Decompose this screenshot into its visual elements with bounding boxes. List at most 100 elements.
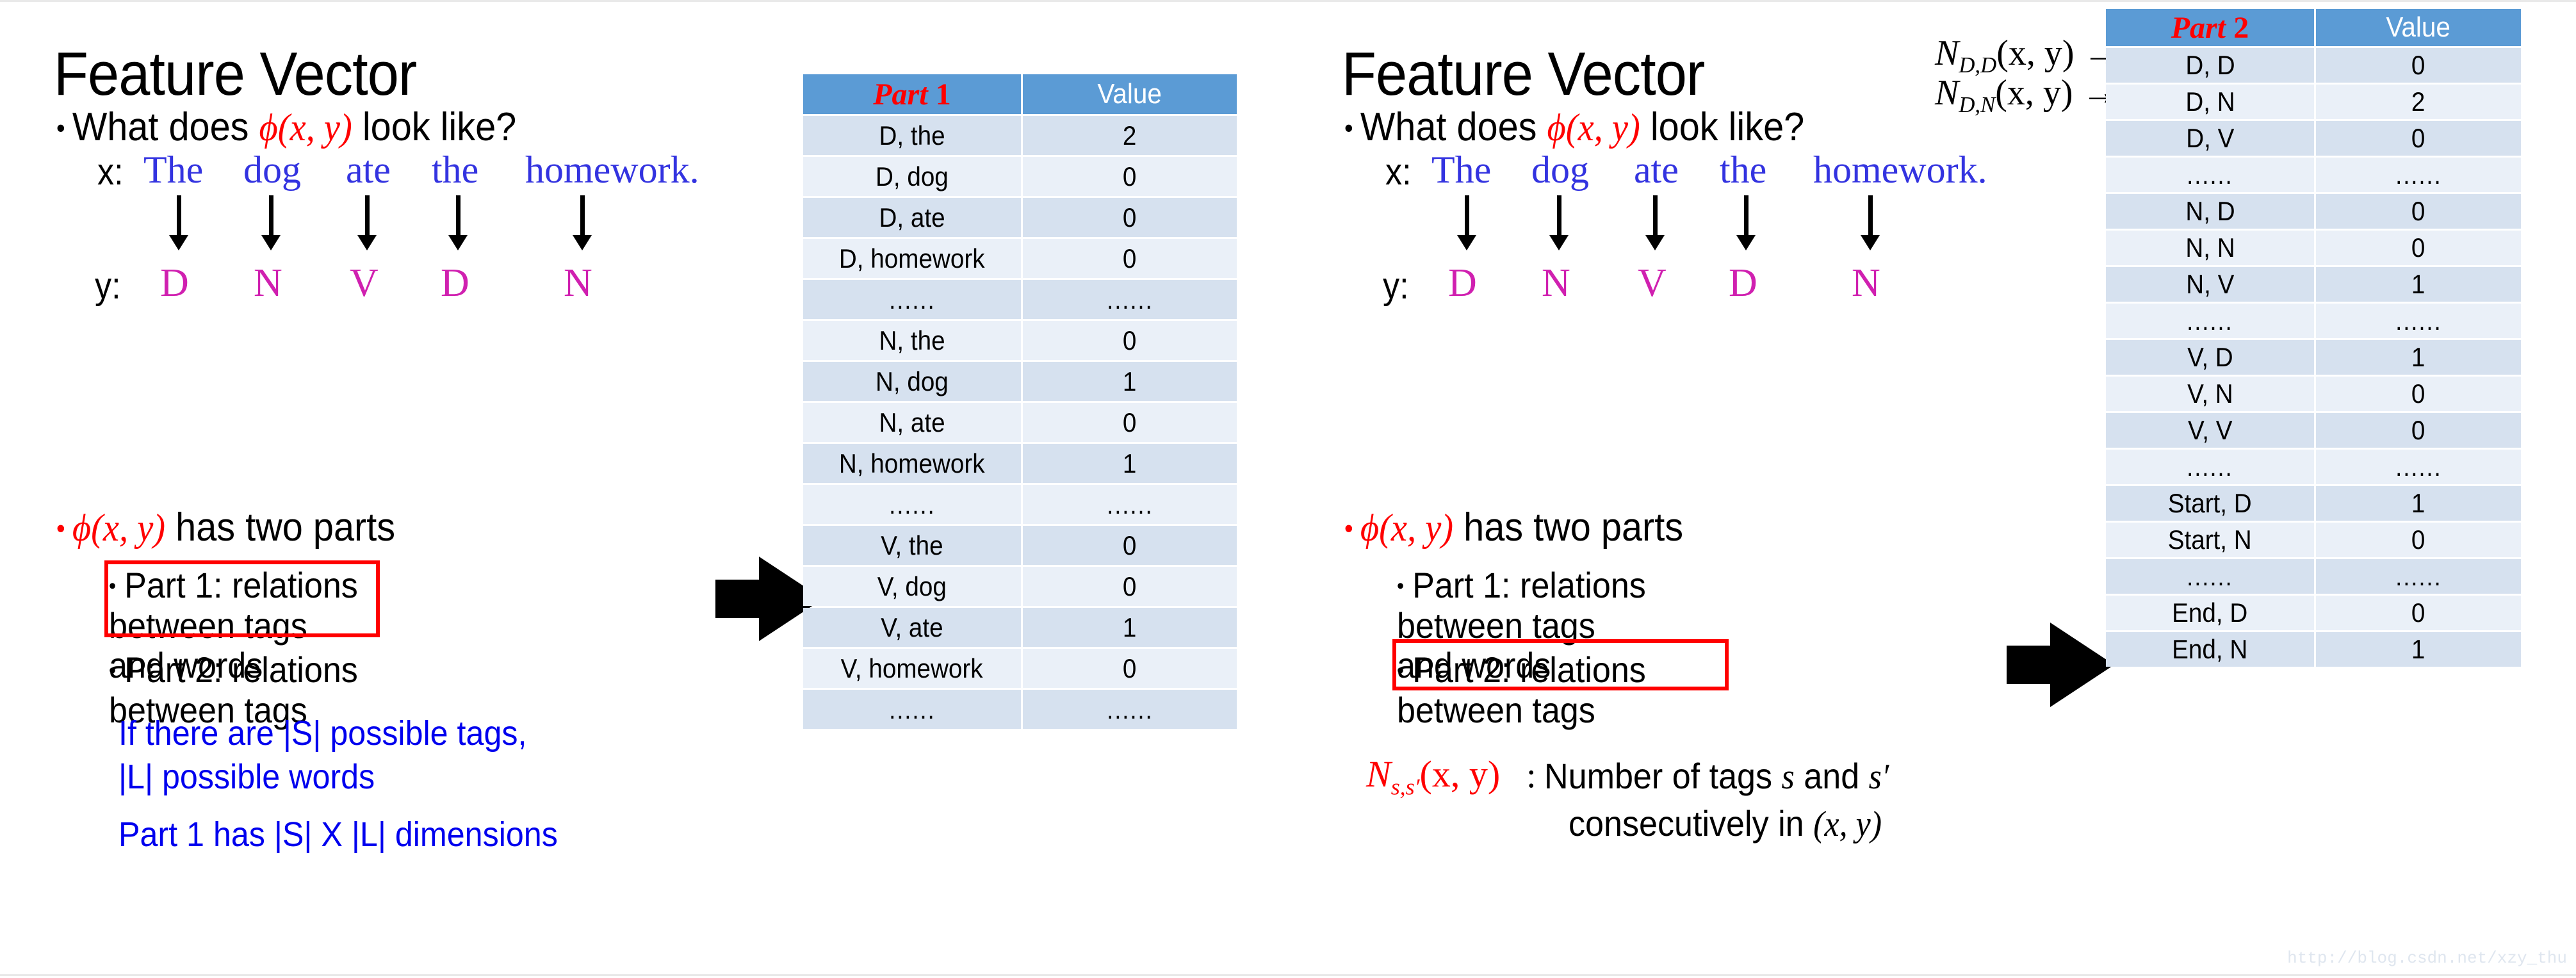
question-suffix: look like? xyxy=(362,105,517,149)
annotation-n-dd: ND,D(x, y) → xyxy=(1935,33,2119,78)
table-row: D, N2 xyxy=(2106,85,2521,119)
tag-0: D xyxy=(160,261,189,305)
table-cell-value: ...... xyxy=(1023,690,1237,729)
table-row: D, dog 0 xyxy=(803,157,1237,196)
table-row: V, homework 0 xyxy=(803,649,1237,688)
table-cell-value: 0 xyxy=(2316,121,2521,156)
table-cell-label: V, homework xyxy=(803,649,1021,688)
table-header-row: Part 1 Value xyxy=(803,74,1237,114)
table-row: N, D0 xyxy=(2106,194,2521,229)
table-row: V, D1 xyxy=(2106,340,2521,375)
table-cell-value: 0 xyxy=(2316,194,2521,229)
n-args: (x, y) xyxy=(1419,753,1501,795)
question-prefix: What does xyxy=(1360,105,1537,149)
x-label: x: xyxy=(97,151,124,193)
table-cell-label: N, N xyxy=(2106,231,2314,265)
table-cell-label: End, N xyxy=(2106,632,2314,667)
word-3: the xyxy=(1720,149,1767,191)
table-cell-label: V, dog xyxy=(803,567,1021,606)
table-row: End, D0 xyxy=(2106,596,2521,630)
table-cell-value: 1 xyxy=(1023,362,1237,401)
table-cell-value: 1 xyxy=(1023,444,1237,483)
table-cell-value: ...... xyxy=(2316,559,2521,594)
word-2: ate xyxy=(346,149,391,191)
table-cell-value: 0 xyxy=(1023,403,1237,442)
table-cell-value: 2 xyxy=(2316,85,2521,119)
table-cell-value: ...... xyxy=(1023,280,1237,319)
table-cell-value: 0 xyxy=(2316,523,2521,557)
annotation-n-args: (x, y) xyxy=(1996,33,2075,73)
x-label: x: xyxy=(1385,151,1412,193)
two-parts-bullet: • ϕ(x, y) has two parts xyxy=(56,505,395,551)
n-definition-line-2: consecutively in (x, y) xyxy=(1569,803,1882,845)
table-cell-label: D, ate xyxy=(803,198,1021,237)
n-subscript: s,s′ xyxy=(1390,774,1420,800)
mapping-arrow-4 xyxy=(1861,195,1880,250)
annotation-n-subscript: D,N xyxy=(1959,92,1996,118)
table-row: Start, D1 xyxy=(2106,486,2521,521)
table-cell-value: 0 xyxy=(1023,198,1237,237)
phi-formula: ϕ(x, y) xyxy=(1547,106,1640,149)
table-cell-value: 0 xyxy=(1023,567,1237,606)
watermark: http://blog.csdn.net/xzy_thu xyxy=(2287,949,2567,968)
two-parts-bullet: • ϕ(x, y) has two parts xyxy=(1344,505,1683,551)
left-panel: Feature Vector • What does ϕ(x, y) look l… xyxy=(0,2,1288,978)
n-def-text-a: Number of tags xyxy=(1544,756,1773,796)
table-cell-value: 0 xyxy=(1023,649,1237,688)
page-title: Feature Vector xyxy=(54,40,417,108)
table-cell-value: 2 xyxy=(1023,116,1237,155)
mapping-arrow-3 xyxy=(1736,195,1756,250)
table-cell-label: Start, D xyxy=(2106,486,2314,521)
table-row: ............ xyxy=(803,280,1237,319)
table-cell-label: V, the xyxy=(803,526,1021,565)
tag-2: V xyxy=(1638,261,1667,305)
n-definition-symbol: Ns,s′(x, y) xyxy=(1366,753,1500,801)
mapping-arrow-4 xyxy=(573,195,592,250)
table-cell-label: Start, N xyxy=(2106,523,2314,557)
table-row: N, ate 0 xyxy=(803,403,1237,442)
phi-formula: ϕ(x, y) xyxy=(72,507,166,550)
bullet-dot-icon: • xyxy=(1344,112,1353,143)
table-row: N, the 0 xyxy=(803,321,1237,360)
annotation-n-symbol: N xyxy=(1935,33,1959,73)
table-cell-label: N, dog xyxy=(803,362,1021,401)
table-row: V, V0 xyxy=(2106,413,2521,448)
table-cell-value: 1 xyxy=(1023,608,1237,647)
table-cell-value: 0 xyxy=(2316,231,2521,265)
table-cell-value: 0 xyxy=(2316,413,2521,448)
annotation-n-args: (x, y) xyxy=(1995,73,2073,113)
part1-highlight-box xyxy=(104,560,380,637)
column-header-part1: Part 1 xyxy=(803,74,1021,114)
table-row: D, D0 xyxy=(2106,48,2521,83)
table-cell-value: ...... xyxy=(2316,450,2521,484)
table-cell-label: N, D xyxy=(2106,194,2314,229)
table-cell-value: 0 xyxy=(1023,239,1237,278)
table-row: ............ xyxy=(2106,304,2521,338)
mapping-arrow-2 xyxy=(1645,195,1665,250)
table-row: V, the 0 xyxy=(803,526,1237,565)
table-row: End, N1 xyxy=(2106,632,2521,667)
table-cell-label: N, ate xyxy=(803,403,1021,442)
table-cell-label: V, N xyxy=(2106,377,2314,411)
table-cell-value: 1 xyxy=(2316,340,2521,375)
table-cell-label: ...... xyxy=(803,485,1021,524)
column-header-value: Value xyxy=(1023,74,1237,114)
sub-bullet-dot-icon: • xyxy=(109,658,117,683)
bullet-dot-icon: • xyxy=(1344,512,1353,543)
table-cell-value: 0 xyxy=(1023,526,1237,565)
mapping-arrow-2 xyxy=(357,195,377,250)
question-bullet: • What does ϕ(x, y) look like? xyxy=(1344,104,1804,151)
word-4: homework. xyxy=(1813,149,1987,191)
mapping-arrow-3 xyxy=(448,195,468,250)
table-cell-value: ...... xyxy=(1023,485,1237,524)
table-cell-label: ...... xyxy=(803,280,1021,319)
part2-table-body: D, D 0 D, N 2 D, V 0............ N, D 0 N, N 0 N, … xyxy=(2106,48,2521,667)
table-row: V, dog 0 xyxy=(803,567,1237,606)
question-suffix: look like? xyxy=(1650,105,1805,149)
page-title: Feature Vector xyxy=(1342,40,1705,108)
table-cell-label: D, dog xyxy=(803,157,1021,196)
table-cell-label: D, the xyxy=(803,116,1021,155)
table-cell-label: N, homework xyxy=(803,444,1021,483)
part1-table: Part 1 Value D, the 2 D, dog 0 D, ate 0 D, hom… xyxy=(801,72,1239,731)
table-cell-value: 1 xyxy=(2316,267,2521,302)
